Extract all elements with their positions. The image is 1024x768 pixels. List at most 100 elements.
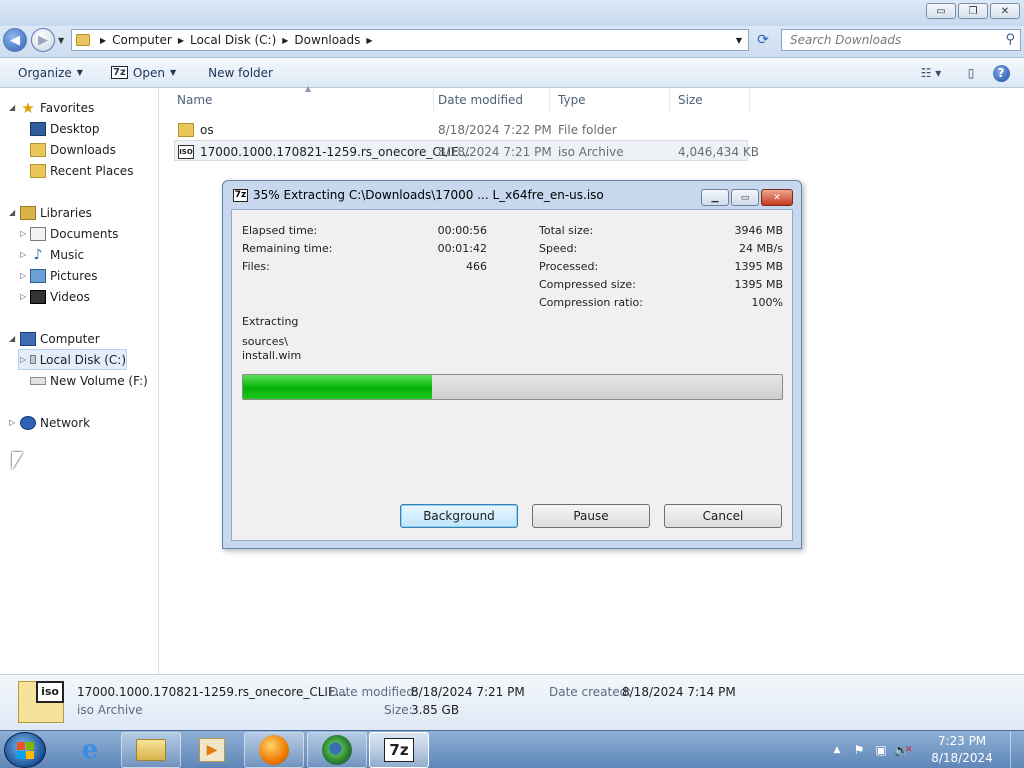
- taskbar-windows-explorer[interactable]: [121, 732, 181, 768]
- dialog-minimize-button[interactable]: ▁: [701, 189, 729, 206]
- breadcrumb-local-disk[interactable]: Local Disk (C:): [190, 33, 276, 47]
- nav-item-music[interactable]: ♪ Music: [30, 244, 85, 265]
- column-header-type[interactable]: Type: [550, 88, 670, 112]
- table-row[interactable]: os 8/18/2024 7:22 PM File folder: [174, 119, 748, 140]
- breadcrumb-separator-icon[interactable]: ▶: [100, 36, 106, 45]
- nav-favorites[interactable]: ★ Favorites: [20, 97, 94, 118]
- open-button[interactable]: 7z Open ▼: [101, 58, 186, 87]
- speed-value: 24 MB/s: [739, 242, 783, 255]
- nav-item-label: Recent Places: [50, 163, 134, 178]
- nav-computer[interactable]: Computer: [20, 328, 100, 349]
- nav-item-desktop[interactable]: Desktop: [30, 118, 100, 139]
- breadcrumb-separator-icon[interactable]: ▶: [178, 36, 184, 45]
- pause-button[interactable]: Pause: [532, 504, 650, 528]
- file-name: 17000.1000.170821-1259.rs_onecore_CLIE..…: [200, 144, 470, 159]
- extraction-dialog: 7z 35% Extracting C:\Downloads\17000 ...…: [222, 180, 802, 549]
- app-orange-icon: [259, 735, 289, 765]
- nav-item-new-volume[interactable]: New Volume (F:): [30, 370, 148, 391]
- explorer-folder-icon: [136, 739, 166, 761]
- show-hidden-icons-button[interactable]: ▲: [826, 739, 848, 761]
- file-name: os: [200, 122, 214, 137]
- action-center-icon[interactable]: ⚑: [848, 739, 870, 761]
- back-arrow-icon: ◀: [10, 32, 20, 48]
- nav-libraries[interactable]: Libraries: [20, 202, 92, 223]
- cell-type: iso Archive: [558, 144, 624, 159]
- table-row[interactable]: ISO 17000.1000.170821-1259.rs_onecore_CLI…: [174, 140, 759, 161]
- taskbar-browser[interactable]: [307, 732, 367, 768]
- expand-arrow-icon[interactable]: ◢: [9, 334, 15, 343]
- open-label: Open: [132, 65, 165, 80]
- collapsed-arrow-icon[interactable]: ▷: [20, 250, 26, 259]
- refresh-button[interactable]: ⟳: [752, 29, 774, 51]
- cell-size: 4,046,434 KB: [678, 144, 759, 159]
- collapsed-arrow-icon[interactable]: ▷: [20, 229, 26, 238]
- dialog-maximize-button[interactable]: ▭: [731, 189, 759, 206]
- organize-button[interactable]: Organize ▼: [0, 58, 93, 87]
- nav-item-recent-places[interactable]: Recent Places: [30, 160, 133, 181]
- change-view-button[interactable]: ☷ ▾: [906, 58, 956, 88]
- breadcrumb-separator-icon[interactable]: ▶: [366, 36, 372, 45]
- cell-date-modified: 8/18/2024 7:21 PM: [438, 144, 552, 159]
- speed-label: Speed:: [539, 242, 578, 255]
- nav-item-downloads[interactable]: Downloads: [30, 139, 116, 160]
- address-bar-row: ◀ ▶ ▼ ▶ Computer ▶ Local Disk (C:) ▶ Dow…: [0, 26, 1024, 58]
- search-input[interactable]: Search Downloads ⚲: [781, 29, 1021, 51]
- 7zip-icon: 7z: [384, 738, 414, 762]
- taskbar-7zip[interactable]: 7z: [369, 732, 429, 768]
- start-button[interactable]: [4, 732, 46, 768]
- iso-label: iso: [36, 681, 64, 703]
- iso-icon: ISO: [178, 144, 194, 159]
- expand-arrow-icon[interactable]: ◢: [9, 103, 15, 112]
- nav-item-pictures[interactable]: Pictures: [30, 265, 98, 286]
- new-folder-button[interactable]: New folder: [198, 58, 283, 87]
- nav-item-label: Documents: [50, 226, 119, 241]
- collapsed-arrow-icon[interactable]: ▷: [20, 292, 26, 301]
- taskbar-internet-explorer[interactable]: e: [60, 732, 120, 768]
- minimize-button[interactable]: ▭: [926, 3, 956, 19]
- close-button[interactable]: ✕: [990, 3, 1020, 19]
- breadcrumb-separator-icon[interactable]: ▶: [282, 36, 288, 45]
- nav-computer-label: Computer: [40, 331, 100, 346]
- volume-muted-icon[interactable]: 🔈 ✕: [892, 739, 914, 761]
- column-header-size[interactable]: Size: [670, 88, 750, 112]
- preview-pane-icon: ▯: [967, 66, 975, 80]
- network-status-icon[interactable]: ▣: [870, 739, 892, 761]
- dialog-close-button[interactable]: ✕: [761, 189, 793, 206]
- processed-value: 1395 MB: [734, 260, 783, 273]
- address-history-dropdown-icon[interactable]: ▼: [736, 36, 742, 45]
- recent-pages-dropdown-icon[interactable]: ▼: [58, 36, 64, 45]
- column-header-label: Date modified: [438, 93, 524, 107]
- search-icon[interactable]: ⚲: [1005, 32, 1015, 47]
- nav-item-videos[interactable]: Videos: [30, 286, 90, 307]
- dialog-caption-buttons: ▁ ▭ ✕: [701, 189, 793, 206]
- breadcrumb-computer[interactable]: Computer: [112, 33, 172, 47]
- column-header-name[interactable]: Name ▲: [169, 84, 434, 112]
- restore-button[interactable]: ❐: [958, 3, 988, 19]
- breadcrumb-downloads[interactable]: Downloads: [294, 33, 360, 47]
- collapsed-arrow-icon[interactable]: ▷: [9, 418, 15, 427]
- taskbar-vlc[interactable]: [244, 732, 304, 768]
- nav-item-documents[interactable]: Documents: [30, 223, 118, 244]
- compression-ratio-label: Compression ratio:: [539, 296, 643, 309]
- column-header-date-modified[interactable]: Date modified: [430, 88, 550, 112]
- help-button[interactable]: ?: [986, 58, 1016, 88]
- forward-button[interactable]: ▶: [31, 28, 55, 52]
- show-desktop-button[interactable]: [1010, 731, 1024, 768]
- address-field[interactable]: ▶ Computer ▶ Local Disk (C:) ▶ Downloads…: [71, 29, 749, 51]
- star-icon: ★: [21, 98, 35, 117]
- taskbar: e ▶ 7z ▲ ⚑ ▣ 🔈 ✕ 7:23 PM 8/18/2024: [0, 730, 1024, 768]
- preview-pane-button[interactable]: ▯: [956, 58, 986, 88]
- collapsed-arrow-icon[interactable]: ▷: [20, 271, 26, 280]
- system-clock[interactable]: 7:23 PM 8/18/2024: [914, 733, 1010, 767]
- expand-arrow-icon[interactable]: ◢: [9, 208, 15, 217]
- nav-item-local-disk[interactable]: Local Disk (C:): [18, 349, 127, 370]
- background-button[interactable]: Background: [400, 504, 518, 528]
- collapsed-arrow-icon[interactable]: ▷: [20, 355, 26, 364]
- nav-network[interactable]: Network: [20, 412, 90, 433]
- taskbar-media-player[interactable]: ▶: [182, 732, 242, 768]
- back-button[interactable]: ◀: [3, 28, 27, 52]
- dropdown-arrow-icon: ▼: [76, 68, 83, 77]
- cancel-button[interactable]: Cancel: [664, 504, 782, 528]
- internet-explorer-icon: e: [81, 735, 99, 765]
- recent-places-icon: [30, 163, 46, 178]
